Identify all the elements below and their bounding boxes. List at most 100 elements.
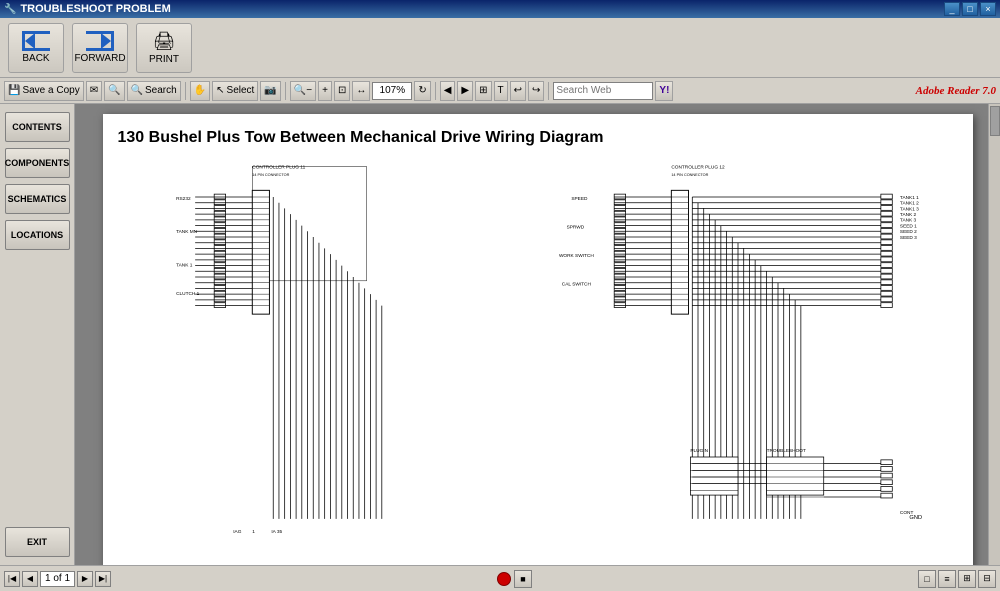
forward-button[interactable]: FORWARD: [72, 23, 128, 73]
svg-text:14 PIN CONNECTOR: 14 PIN CONNECTOR: [671, 173, 708, 177]
components-button[interactable]: COMPONENTS: [5, 148, 70, 178]
search-icon: 🔍: [131, 85, 143, 96]
schematics-button[interactable]: SCHEMATICS: [5, 184, 70, 214]
title-icon: 🔧: [4, 4, 16, 15]
search-web-input[interactable]: [553, 82, 653, 100]
svg-text:WORK SWITCH: WORK SWITCH: [558, 253, 593, 259]
sidebar: Pages CONTENTS COMPONENTS SCHEMATICS LOC…: [0, 104, 75, 565]
pdf-viewer-area[interactable]: 130 Bushel Plus Tow Between Mechanical D…: [75, 104, 1000, 565]
svg-text:SEED 2: SEED 2: [899, 229, 916, 235]
svg-text:SPEED: SPEED: [571, 196, 588, 202]
yahoo-button[interactable]: Y!: [655, 81, 673, 101]
svg-text:CONT: CONT: [899, 510, 913, 516]
separator-3: [435, 82, 436, 100]
wiring-diagram: RS232 TANK MN TANK 1 CLUTCH 1: [118, 157, 958, 557]
pdf-page: 130 Bushel Plus Tow Between Mechanical D…: [103, 114, 973, 565]
vertical-scrollbar[interactable]: [988, 104, 1000, 565]
svg-text:TANK MN: TANK MN: [176, 229, 198, 235]
save-copy-button[interactable]: 💾 Save a Copy: [4, 81, 84, 101]
select-label: Select: [227, 85, 255, 96]
first-page-button[interactable]: |◀: [4, 571, 20, 587]
status-bar: |◀ ◀ ▶ ▶| ■ □ ≡ ⊞ ⊟: [0, 565, 1000, 591]
hand-tool-button[interactable]: ✋: [190, 81, 210, 101]
main-area: Pages CONTENTS COMPONENTS SCHEMATICS LOC…: [0, 104, 1000, 565]
nav-toolbar: BACK FORWARD 🖨 PRINT: [0, 18, 1000, 78]
print-label: PRINT: [149, 54, 179, 65]
back-label: BACK: [22, 53, 49, 64]
svg-text:14 PIN CONNECTOR: 14 PIN CONNECTOR: [252, 173, 289, 177]
contents-button[interactable]: CONTENTS: [5, 112, 70, 142]
svg-text:TANK1 3: TANK1 3: [899, 206, 918, 212]
titlebar: 🔧 TROUBLESHOOT PROBLEM _ □ ×: [0, 0, 1000, 18]
svg-text:CAL SWITCH: CAL SWITCH: [561, 282, 591, 288]
maximize-button[interactable]: □: [962, 2, 978, 16]
next-page-button[interactable]: ▶: [77, 571, 93, 587]
page-number-input[interactable]: [40, 571, 75, 587]
separator-2: [285, 82, 286, 100]
scrollbar-thumb[interactable]: [990, 106, 1000, 136]
search-button[interactable]: 🔍 Search: [127, 81, 181, 101]
next-page-btn[interactable]: ▶: [457, 81, 473, 101]
rotate-button[interactable]: ↻: [414, 81, 430, 101]
save-copy-label: Save a Copy: [22, 85, 79, 96]
continuous-page-button[interactable]: ≡: [938, 570, 956, 588]
svg-text:SEED 1: SEED 1: [899, 223, 916, 229]
svg-text:CONTROLLER PLUG 11: CONTROLLER PLUG 11: [252, 164, 305, 170]
svg-text:CONTROLLER PLUG 12: CONTROLLER PLUG 12: [671, 164, 725, 170]
titlebar-left: 🔧 TROUBLESHOOT PROBLEM: [4, 3, 171, 15]
svg-text:TANK 1: TANK 1: [176, 263, 193, 269]
printer-icon: 🖨: [153, 31, 176, 52]
minimize-button[interactable]: _: [944, 2, 960, 16]
single-page-button[interactable]: □: [918, 570, 936, 588]
svg-text:RS232: RS232: [176, 196, 191, 202]
zoom-out-small-button[interactable]: 🔍: [104, 81, 124, 101]
fit-width-button[interactable]: ↔: [352, 81, 370, 101]
svg-text:TANK1 2: TANK1 2: [899, 201, 918, 207]
snapshot-button[interactable]: 📷: [260, 81, 280, 101]
svg-text:IA 35: IA 35: [271, 529, 282, 535]
zoom-out-button[interactable]: 🔍−: [290, 81, 316, 101]
zoom-in-button[interactable]: +: [318, 81, 332, 101]
adobe-reader-logo: Adobe Reader 7.0: [916, 85, 996, 97]
separator-4: [548, 82, 549, 100]
separator-1: [185, 82, 186, 100]
save-icon: 💾: [8, 85, 20, 96]
email-button[interactable]: ✉: [86, 81, 102, 101]
close-button[interactable]: ×: [980, 2, 996, 16]
back-arrow-icon: [22, 31, 50, 51]
locations-button[interactable]: LOCATIONS: [5, 220, 70, 250]
forward-label: FORWARD: [74, 53, 125, 64]
crop-button[interactable]: ⊞: [475, 81, 491, 101]
prev-page-btn[interactable]: ◀: [440, 81, 456, 101]
record-button[interactable]: [497, 572, 511, 586]
stop-button[interactable]: ■: [514, 570, 532, 588]
svg-text:TANK 2: TANK 2: [899, 212, 916, 218]
fit-page-button[interactable]: ⊡: [334, 81, 350, 101]
exit-button[interactable]: EXIT: [5, 527, 70, 557]
titlebar-controls: _ □ ×: [944, 2, 996, 16]
redo-button[interactable]: ↪: [528, 81, 544, 101]
svg-text:SEED 3: SEED 3: [899, 235, 916, 241]
facing-button[interactable]: ⊞: [958, 570, 976, 588]
pdf-toolbar: 💾 Save a Copy ✉ 🔍 🔍 Search ✋ ↖ Select 📷 …: [0, 78, 1000, 104]
titlebar-title: TROUBLESHOOT PROBLEM: [20, 3, 170, 15]
svg-text:TANK 3: TANK 3: [899, 218, 916, 224]
sidebar-bottom: EXIT: [5, 527, 70, 557]
search-label: Search: [145, 85, 177, 96]
undo-button[interactable]: ↩: [510, 81, 526, 101]
email-icon: ✉: [90, 85, 98, 96]
prev-page-button[interactable]: ◀: [22, 571, 38, 587]
cursor-icon: ↖: [216, 85, 224, 96]
continuous-facing-button[interactable]: ⊟: [978, 570, 996, 588]
print-button[interactable]: 🖨 PRINT: [136, 23, 192, 73]
svg-text:PLUGIN: PLUGIN: [690, 448, 708, 454]
page-navigation: |◀ ◀ ▶ ▶|: [4, 571, 111, 587]
svg-text:TANK1 1: TANK1 1: [899, 195, 918, 201]
pdf-document-title: 130 Bushel Plus Tow Between Mechanical D…: [118, 129, 958, 147]
svg-text:1: 1: [252, 529, 255, 535]
last-page-button[interactable]: ▶|: [95, 571, 111, 587]
select-button[interactable]: ↖ Select: [212, 81, 258, 101]
back-button[interactable]: BACK: [8, 23, 64, 73]
zoom-input[interactable]: [372, 82, 412, 100]
text-select-button[interactable]: T: [494, 81, 508, 101]
